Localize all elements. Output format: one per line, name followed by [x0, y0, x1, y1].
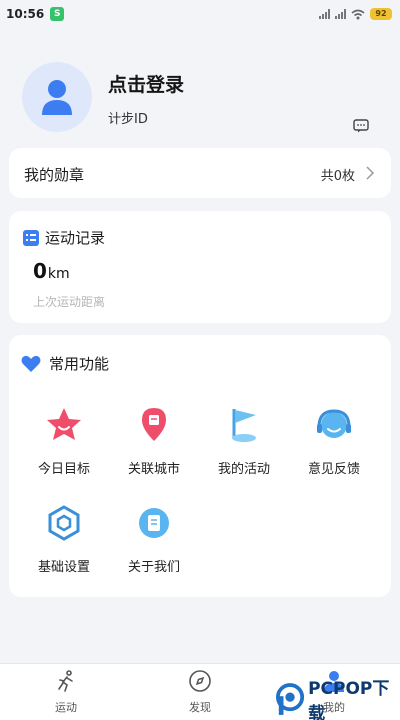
function-item-today-goal[interactable]: 今日目标 [19, 405, 109, 477]
sport-record-card[interactable]: 运动记录 0km 上次运动距离 [9, 211, 391, 323]
function-label: 我的活动 [217, 462, 270, 477]
profile-header: 点击登录 计步ID [0, 50, 400, 140]
function-label: 关联城市 [127, 462, 180, 477]
function-label: 今日目标 [37, 462, 90, 477]
headset-icon [317, 409, 351, 438]
functions-title: 常用功能 [49, 355, 110, 373]
medals-label: 我的勋章 [24, 166, 85, 184]
heart-icon [21, 355, 41, 372]
step-id-label: 计步ID [108, 112, 148, 127]
pcpop-logo-icon [276, 683, 305, 715]
record-distance-value: 0 [33, 259, 47, 283]
medals-row[interactable]: 我的勋章 共0枚 [9, 148, 391, 198]
function-item-feedback[interactable]: 意见反馈 [289, 405, 379, 477]
function-item-linked-city[interactable]: 关联城市 [109, 405, 199, 477]
avatar[interactable] [22, 62, 92, 132]
record-description: 上次运动距离 [33, 295, 106, 309]
tab-sport[interactable]: 运动 [26, 669, 106, 715]
battery-icon: 92 [370, 8, 392, 20]
pcpop-watermark: PCPOP下载 [276, 679, 400, 720]
wifi-icon [351, 9, 365, 19]
cellular-signal-icon [319, 9, 330, 19]
tab-label: 运动 [55, 701, 77, 714]
hexagon-settings-icon [48, 505, 80, 541]
watermark-text: PCPOP下载 [308, 679, 390, 720]
star-icon [47, 408, 81, 440]
tab-discover[interactable]: 发现 [160, 669, 240, 715]
function-item-basic-settings[interactable]: 基础设置 [19, 503, 109, 575]
function-label: 关于我们 [127, 560, 180, 575]
function-item-my-activity[interactable]: 我的活动 [199, 405, 289, 477]
medals-count: 共0枚 [320, 169, 355, 184]
record-title: 运动记录 [45, 229, 106, 247]
app-notification-icon: S [50, 7, 65, 21]
record-distance-unit: km [47, 266, 70, 282]
document-icon [139, 508, 169, 538]
running-icon [58, 670, 73, 692]
record-distance: 0km [33, 259, 70, 283]
login-link[interactable]: 点击登录 [108, 70, 184, 97]
record-list-icon [23, 229, 39, 246]
chevron-right-icon [366, 166, 375, 180]
function-label: 意见反馈 [307, 462, 360, 477]
cellular-signal-2-icon [335, 9, 346, 19]
user-avatar-icon [42, 80, 72, 115]
tab-label: 发现 [189, 701, 211, 714]
status-time: 10:56 [6, 7, 45, 21]
message-icon[interactable] [353, 119, 369, 133]
compass-icon [189, 670, 211, 692]
common-functions-card: 常用功能 今日目标 关联城市 我的活动 意见反馈 基础设置 关于我们 [9, 335, 391, 597]
location-pin-icon [142, 408, 166, 441]
function-item-about-us[interactable]: 关于我们 [109, 503, 199, 575]
function-label: 基础设置 [37, 560, 90, 575]
flag-icon [232, 409, 256, 442]
status-bar: 10:56 S 92 [0, 0, 400, 28]
